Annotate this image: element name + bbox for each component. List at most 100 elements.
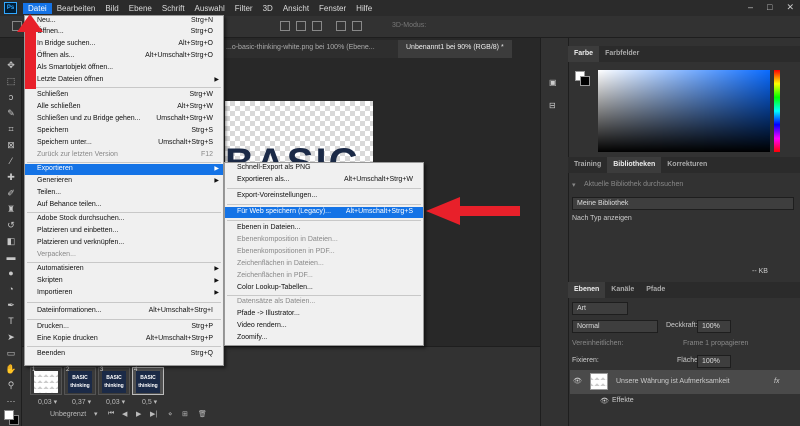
menu-item[interactable]: Color Lookup-Tabellen... bbox=[225, 283, 423, 294]
tab-bibliotheken[interactable]: Bibliotheken bbox=[607, 157, 662, 173]
menu-item[interactable]: Öffnen als... Alt+Umschalt+Strg+O bbox=[25, 51, 223, 62]
tab-pfade[interactable]: Pfade bbox=[640, 282, 671, 298]
menu-datei[interactable]: Datei bbox=[23, 2, 52, 14]
menu-item[interactable]: Auf Behance teilen... bbox=[25, 200, 223, 211]
tab-korrekturen[interactable]: Korrekturen bbox=[661, 157, 713, 173]
shape-tool-icon[interactable]: ▭ bbox=[5, 348, 17, 359]
type-tool-icon[interactable]: T bbox=[5, 316, 17, 327]
tween-icon[interactable]: ⋄ bbox=[168, 410, 172, 418]
menu-hilfe[interactable]: Hilfe bbox=[351, 3, 377, 14]
menu-ansicht[interactable]: Ansicht bbox=[278, 3, 314, 14]
align-left-icon[interactable] bbox=[280, 21, 290, 31]
close-button[interactable]: ✕ bbox=[786, 2, 794, 13]
menu-item[interactable]: Dateiinformationen... Alt+Umschalt+Strg+I bbox=[25, 306, 223, 317]
menu-item[interactable]: Beenden Strg+Q bbox=[25, 349, 223, 360]
menu-item[interactable]: Speichern unter... Umschalt+Strg+S bbox=[25, 138, 223, 149]
maximize-button[interactable]: □ bbox=[767, 2, 772, 13]
menu-item[interactable]: Für Web speichern (Legacy)... Alt+Umschal… bbox=[225, 207, 423, 218]
propagate-checkbox[interactable]: Frame 1 propagieren bbox=[683, 340, 748, 347]
properties-icon[interactable]: ⊟ bbox=[549, 101, 556, 110]
menu-fenster[interactable]: Fenster bbox=[314, 3, 351, 14]
tab-farbe[interactable]: Farbe bbox=[568, 46, 600, 62]
timeline-frame[interactable]: BASIC thinking 2 bbox=[64, 367, 96, 395]
menu-item[interactable]: Drucken... Strg+P bbox=[25, 322, 223, 333]
layer-visibility-icon[interactable]: 👁 bbox=[573, 377, 582, 385]
dodge-tool-icon[interactable]: ◔ bbox=[5, 284, 17, 295]
doc-tab-unbenannt1[interactable]: Unbenannt1 bei 90% (RGB/8) * bbox=[398, 40, 512, 58]
menu-item[interactable]: Pfade -> Illustrator... bbox=[225, 309, 423, 320]
menu-item[interactable]: Eine Kopie drucken Alt+Umschalt+Strg+P bbox=[25, 334, 223, 345]
healing-brush-icon[interactable]: ✚ bbox=[5, 172, 17, 183]
library-search-input[interactable]: Aktuelle Bibliothek durchsuchen bbox=[584, 181, 683, 188]
align-center-icon[interactable] bbox=[296, 21, 306, 31]
more-tools-icon[interactable]: ⋯ bbox=[5, 396, 17, 407]
brush-tool-icon[interactable]: ✐ bbox=[5, 188, 17, 199]
menu-item[interactable]: Speichern Strg+S bbox=[25, 126, 223, 137]
doc-tab-logo[interactable]: ...o-basic-thinking-white.png bei 100% (… bbox=[218, 40, 398, 58]
color-background-swatch[interactable] bbox=[580, 76, 590, 86]
menu-item[interactable]: Automatisieren ▶ bbox=[25, 264, 223, 275]
delete-frame-icon[interactable]: 🗑 bbox=[198, 410, 207, 418]
menu-item[interactable]: Ebenen in Dateien... bbox=[225, 223, 423, 234]
menu-item[interactable]: Neu... Strg+N bbox=[25, 16, 223, 27]
history-brush-icon[interactable]: ↺ bbox=[5, 220, 17, 231]
menu-item[interactable]: Generieren ▶ bbox=[25, 176, 223, 187]
menu-item[interactable]: Schließen Strg+W bbox=[25, 90, 223, 101]
menu-item[interactable]: Exportieren als... Alt+Umschalt+Strg+W bbox=[225, 175, 423, 186]
menu-item[interactable]: Teilen... bbox=[25, 188, 223, 199]
align-right-icon[interactable] bbox=[312, 21, 322, 31]
fill-input[interactable]: 100% bbox=[697, 355, 731, 368]
tab-kanaele[interactable]: Kanäle bbox=[605, 282, 640, 298]
prev-frame-icon[interactable]: ◀ bbox=[122, 410, 127, 418]
timeline-frame-selected[interactable]: BASIC thinking 4 bbox=[132, 367, 164, 395]
menu-item[interactable]: Export-Voreinstellungen... bbox=[225, 191, 423, 202]
menu-schrift[interactable]: Schrift bbox=[157, 3, 190, 14]
menu-item[interactable]: Platzieren und einbetten... bbox=[25, 226, 223, 237]
menu-item[interactable]: Exportieren ▶ bbox=[25, 164, 223, 175]
new-frame-icon[interactable]: ⊞ bbox=[182, 410, 188, 418]
frame-duration[interactable]: 0,5 ▾ bbox=[142, 398, 157, 406]
menu-item[interactable]: Schnell-Export als PNG bbox=[225, 163, 423, 174]
effects-visibility-icon[interactable]: 👁 bbox=[600, 397, 609, 405]
blur-tool-icon[interactable]: ● bbox=[5, 268, 17, 279]
next-frame-icon[interactable]: ▶| bbox=[150, 410, 157, 418]
timeline-frame[interactable]: BASIC thinking 3 bbox=[98, 367, 130, 395]
first-frame-icon[interactable]: ⏮ bbox=[108, 410, 114, 418]
color-field[interactable] bbox=[598, 70, 770, 152]
history-icon[interactable]: ▣ bbox=[549, 78, 557, 87]
menu-item[interactable]: In Bridge suchen... Alt+Strg+O bbox=[25, 39, 223, 50]
opacity-input[interactable]: 100% bbox=[697, 320, 731, 333]
menu-bearbeiten[interactable]: Bearbeiten bbox=[52, 3, 101, 14]
menu-item[interactable]: Platzieren und verknüpfen... bbox=[25, 238, 223, 249]
menu-3d[interactable]: 3D bbox=[258, 3, 278, 14]
distribute-icon[interactable] bbox=[336, 21, 346, 31]
eyedropper-icon[interactable]: ⁄ bbox=[5, 156, 17, 167]
marquee-tool-icon[interactable]: ⬚ bbox=[5, 76, 17, 87]
menu-item[interactable]: Letzte Dateien öffnen ▶ bbox=[25, 75, 223, 86]
layer-filter-select[interactable]: Art bbox=[572, 302, 628, 315]
menu-item[interactable]: Schließen und zu Bridge gehen... Umschalt… bbox=[25, 114, 223, 125]
menu-bild[interactable]: Bild bbox=[100, 3, 123, 14]
hue-slider[interactable] bbox=[774, 70, 780, 152]
frame-tool-icon[interactable]: ⊠ bbox=[5, 140, 17, 151]
minimize-button[interactable]: – bbox=[748, 2, 753, 13]
menu-item[interactable]: Als Smartobjekt öffnen... bbox=[25, 63, 223, 74]
tab-farbfelder[interactable]: Farbfelder bbox=[599, 46, 645, 62]
play-icon[interactable]: ▶ bbox=[136, 410, 141, 418]
menu-item[interactable]: Alle schließen Alt+Strg+W bbox=[25, 102, 223, 113]
menu-ebene[interactable]: Ebene bbox=[124, 3, 157, 14]
loop-dropdown-icon[interactable]: ▾ bbox=[94, 410, 98, 418]
menu-item[interactable]: Skripten ▶ bbox=[25, 276, 223, 287]
menu-item[interactable]: Öffnen... Strg+O bbox=[25, 27, 223, 38]
menu-item[interactable]: Adobe Stock durchsuchen... bbox=[25, 214, 223, 225]
frame-duration[interactable]: 0,03 ▾ bbox=[38, 398, 57, 406]
tab-ebenen[interactable]: Ebenen bbox=[568, 282, 606, 298]
stamp-tool-icon[interactable]: ♜ bbox=[5, 204, 17, 215]
frame-duration[interactable]: 0,37 ▾ bbox=[72, 398, 91, 406]
menu-item[interactable]: Zoomify... bbox=[225, 333, 423, 344]
path-select-icon[interactable]: ➤ bbox=[5, 332, 17, 343]
eraser-icon[interactable]: ◧ bbox=[5, 236, 17, 247]
zoom-tool-icon[interactable]: ⚲ bbox=[5, 380, 17, 391]
quick-select-icon[interactable]: ✎ bbox=[5, 108, 17, 119]
library-select[interactable]: Meine Bibliothek bbox=[572, 197, 794, 210]
